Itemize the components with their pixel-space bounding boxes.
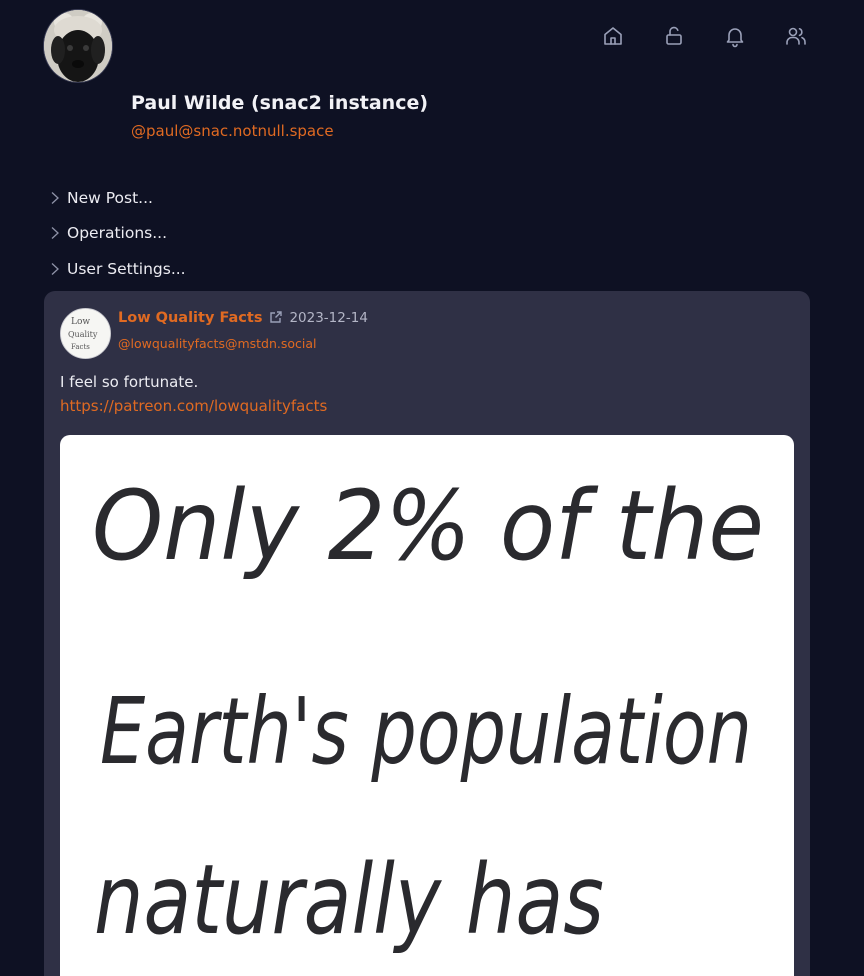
- avatar-logo-text: Low: [71, 317, 90, 327]
- people-button[interactable]: [765, 20, 826, 56]
- post-author-name[interactable]: Low Quality Facts: [118, 310, 262, 326]
- profile-name: Paul Wilde (snac2 instance): [131, 92, 429, 114]
- home-icon: [601, 24, 625, 52]
- page: Paul Wilde (snac2 instance) @paul@snac.n…: [0, 0, 864, 976]
- low-quality-facts-logo: Low Quality Facts: [61, 309, 110, 358]
- notifications-button[interactable]: [704, 20, 765, 56]
- bell-icon: [723, 24, 747, 52]
- avatar-logo-text: Facts: [71, 343, 90, 351]
- home-button[interactable]: [582, 20, 643, 56]
- post-author-handle[interactable]: @lowqualityfacts@mstdn.social: [118, 336, 317, 351]
- post-date[interactable]: 2023-12-14: [289, 310, 367, 326]
- external-link-icon[interactable]: [269, 309, 283, 323]
- image-text-line: Earth's population: [100, 678, 752, 785]
- post-author-avatar[interactable]: Low Quality Facts: [60, 308, 111, 359]
- chevron-right-icon: [50, 261, 64, 277]
- people-icon: [784, 24, 808, 52]
- unlock-icon: [662, 24, 686, 52]
- new-post-toggle[interactable]: New Post...: [50, 180, 186, 216]
- post-card: Low Quality Facts Low Quality Facts 2023…: [44, 291, 810, 976]
- user-settings-label: User Settings...: [67, 259, 186, 278]
- handwritten-fact-image: Only 2% of the Earth's population natura…: [92, 470, 764, 956]
- post-image[interactable]: Only 2% of the Earth's population natura…: [60, 435, 794, 976]
- new-post-label: New Post...: [67, 188, 153, 207]
- chevron-right-icon: [50, 225, 64, 241]
- public-button[interactable]: [643, 20, 704, 56]
- dog-avatar-image: [44, 10, 112, 82]
- image-text-line: Only 2% of the: [92, 470, 764, 582]
- post-link[interactable]: https://patreon.com/lowqualityfacts: [60, 397, 327, 415]
- profile-avatar[interactable]: [43, 9, 113, 83]
- avatar-logo-text: Quality: [68, 330, 98, 339]
- image-text-line: naturally has: [94, 844, 604, 956]
- post-author-line: Low Quality Facts 2023-12-14: [118, 310, 368, 326]
- operations-label: Operations...: [67, 224, 167, 243]
- chevron-right-icon: [50, 190, 64, 206]
- post-text: I feel so fortunate.: [60, 373, 199, 391]
- operations-toggle[interactable]: Operations...: [50, 216, 186, 252]
- user-settings-toggle[interactable]: User Settings...: [50, 251, 186, 287]
- top-navigation: [582, 20, 826, 56]
- profile-handle[interactable]: @paul@snac.notnull.space: [131, 122, 334, 140]
- collapsible-menu: New Post... Operations... User Settings.…: [50, 180, 186, 287]
